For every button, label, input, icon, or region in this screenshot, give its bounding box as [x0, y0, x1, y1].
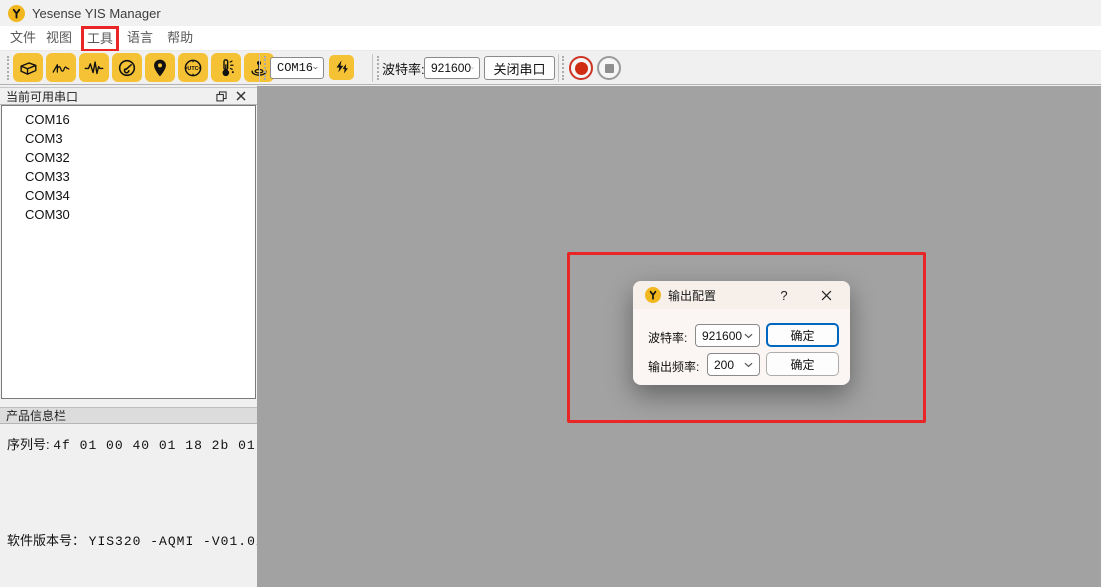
close-panel-button[interactable]: [231, 88, 251, 104]
close-serial-button[interactable]: 关闭串口: [484, 56, 555, 80]
software-version-row: 软件版本号： YIS320 -AQMI -V01.02.03;: [7, 530, 300, 549]
dialog-freq-label: 输出频率:: [648, 358, 699, 375]
baud-rate-value: 921600: [431, 61, 471, 75]
lightning-refresh-icon: [333, 59, 350, 76]
thermometer-button[interactable]: [211, 53, 241, 82]
toolbar-drag-handle[interactable]: [562, 56, 564, 80]
gauge-icon: [116, 57, 138, 79]
toolbar-drag-handle[interactable]: [264, 56, 266, 80]
dialog-baud-label: 波特率:: [648, 329, 687, 346]
toolbar-drag-handle[interactable]: [7, 56, 9, 80]
float-panel-button[interactable]: [211, 88, 231, 104]
waveform-icon: [83, 57, 105, 79]
window-title: Yesense YIS Manager: [32, 6, 161, 21]
toolbar-drag-handle[interactable]: [377, 56, 379, 80]
waveform-button[interactable]: [79, 53, 109, 82]
dialog-freq-select[interactable]: 200: [707, 353, 760, 376]
toolbar-separator: [259, 54, 260, 82]
port-select-value: COM16: [277, 61, 313, 75]
port-list-item[interactable]: COM34: [2, 186, 255, 205]
menu-language[interactable]: 语言: [127, 29, 153, 47]
dialog-freq-value: 200: [714, 358, 734, 372]
dialog-baud-select[interactable]: 921600: [695, 324, 760, 347]
stop-button[interactable]: [597, 56, 621, 80]
chevron-down-icon: [744, 362, 753, 368]
toolbar: UTC COM16 波特率: 921600 关闭串口: [0, 51, 1101, 85]
dialog-baud-confirm-button[interactable]: 确定: [766, 323, 839, 347]
record-red-dot-icon: [575, 62, 588, 75]
attitude-wave-button[interactable]: [46, 53, 76, 82]
product-info-title: 产品信息栏: [6, 407, 66, 424]
refresh-ports-button[interactable]: [329, 55, 354, 80]
float-panel-icon: [216, 91, 227, 102]
thermometer-icon: [215, 57, 237, 79]
cube-3d-button[interactable]: [13, 53, 43, 82]
window-titlebar: Yesense YIS Manager: [0, 0, 1101, 26]
port-list-item[interactable]: COM30: [2, 205, 255, 224]
close-icon: [236, 91, 246, 101]
dock-header: 当前可用串口: [0, 87, 257, 105]
utc-clock-button[interactable]: UTC: [178, 53, 208, 82]
cube-3d-icon: [17, 57, 39, 79]
chevron-down-icon: [744, 333, 753, 339]
output-config-dialog: 输出配置 ? 波特率: 921600 确定 输出频率: 200 确定: [633, 281, 850, 385]
toolbar-separator: [372, 54, 373, 82]
dialog-baud-value: 921600: [702, 329, 742, 343]
menu-file[interactable]: 文件: [10, 29, 36, 47]
stop-square-icon: [605, 64, 614, 73]
dialog-title: 输出配置: [668, 287, 716, 304]
record-button[interactable]: [569, 56, 593, 80]
dialog-titlebar[interactable]: 输出配置 ?: [633, 281, 850, 309]
baud-rate-select[interactable]: 921600: [424, 57, 480, 79]
port-list-item[interactable]: COM16: [2, 110, 255, 129]
dialog-help-button[interactable]: ?: [774, 285, 794, 305]
software-version-label: 软件版本号：: [7, 533, 85, 548]
serial-number-value: 4f 01 00 40 01 18 2b 01: [53, 438, 255, 453]
port-list-item[interactable]: COM33: [2, 167, 255, 186]
attitude-wave-icon: [50, 57, 72, 79]
serial-number-row: 序列号: 4f 01 00 40 01 18 2b 01: [7, 434, 256, 453]
serial-number-label: 序列号:: [7, 437, 50, 452]
location-pin-icon: [149, 57, 171, 79]
port-list-item[interactable]: COM32: [2, 148, 255, 167]
port-list-item[interactable]: COM3: [2, 129, 255, 148]
menu-tools[interactable]: 工具: [81, 26, 119, 52]
svg-text:UTC: UTC: [187, 66, 198, 72]
location-pin-button[interactable]: [145, 53, 175, 82]
gauge-button[interactable]: [112, 53, 142, 82]
available-ports-list: COM16 COM3 COM32 COM33 COM34 COM30: [1, 105, 256, 399]
dock-title: 当前可用串口: [6, 88, 211, 105]
menu-view[interactable]: 视图: [46, 29, 72, 47]
dialog-freq-confirm-button[interactable]: 确定: [766, 352, 839, 376]
menu-help[interactable]: 帮助: [167, 29, 193, 47]
product-info-header: 产品信息栏: [0, 407, 257, 424]
chevron-down-icon: [471, 65, 474, 71]
dialog-close-button[interactable]: [815, 285, 837, 305]
port-select[interactable]: COM16: [270, 57, 324, 79]
baud-rate-label: 波特率:: [382, 51, 425, 85]
chevron-down-icon: [313, 65, 318, 71]
app-logo-icon: [8, 5, 25, 22]
serial-port-dock: 当前可用串口 COM16 COM3 COM32 COM33 COM34 COM3…: [0, 86, 257, 587]
close-icon: [821, 290, 832, 301]
toolbar-icon-group: UTC: [13, 53, 274, 82]
toolbar-separator: [558, 54, 559, 82]
utc-clock-icon: UTC: [182, 57, 204, 79]
menu-bar: 文件 视图 工具 语言 帮助: [0, 26, 1101, 51]
dialog-logo-icon: [645, 287, 661, 303]
